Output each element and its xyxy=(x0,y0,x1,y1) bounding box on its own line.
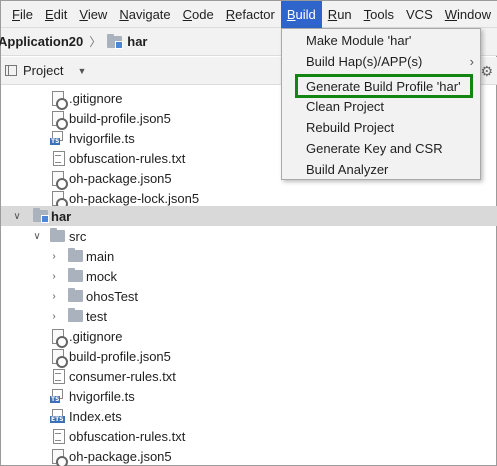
chevron-right-icon[interactable]: › xyxy=(49,311,59,322)
project-view-label[interactable]: Project xyxy=(23,63,63,78)
tree-item-oh-package[interactable]: oh-package.json5 xyxy=(1,446,497,466)
menu-navigate[interactable]: Navigate xyxy=(113,1,176,28)
tree-item-label: main xyxy=(86,248,115,264)
gear-icon[interactable]: ⚙ xyxy=(480,63,493,80)
text-file-icon xyxy=(52,151,65,166)
folder-icon xyxy=(68,248,83,262)
menu-item-make-module[interactable]: Make Module 'har' xyxy=(282,30,480,51)
tree-item-label: Index.ets xyxy=(69,408,122,424)
project-panel-icon xyxy=(5,65,17,76)
tree-item-build-profile[interactable]: build-profile.json5 xyxy=(1,346,497,368)
tree-item-gitignore[interactable]: .gitignore xyxy=(1,326,497,348)
tree-item-label: oh-package.json5 xyxy=(69,170,172,186)
tree-item-har-module[interactable]: ∨ har xyxy=(1,206,497,226)
text-file-icon xyxy=(52,429,65,444)
settings-file-icon xyxy=(51,448,68,466)
menu-code[interactable]: Code xyxy=(177,1,220,28)
menu-edit[interactable]: Edit xyxy=(39,1,73,28)
folder-icon xyxy=(50,228,65,242)
menu-bar: File Edit View Navigate Code Refactor Bu… xyxy=(1,0,497,28)
menu-item-clean-project[interactable]: Clean Project xyxy=(282,96,480,117)
tree-item-label: build-profile.json5 xyxy=(69,110,171,126)
tree-item-label: build-profile.json5 xyxy=(69,348,171,364)
settings-file-icon xyxy=(51,328,68,348)
tree-item-label: consumer-rules.txt xyxy=(69,368,176,384)
tree-item-label: har xyxy=(51,208,72,224)
settings-file-icon xyxy=(51,110,68,130)
settings-file-icon xyxy=(51,190,68,210)
menu-vcs[interactable]: VCS xyxy=(400,1,439,28)
tree-item-label: obfuscation-rules.txt xyxy=(69,150,186,166)
tree-item-src[interactable]: ∨ src xyxy=(1,226,497,246)
tree-item-label: ohosTest xyxy=(86,288,139,304)
menu-run[interactable]: Run xyxy=(322,1,358,28)
chevron-right-icon[interactable]: › xyxy=(49,251,59,262)
settings-file-icon xyxy=(51,348,68,368)
tree-item-label: .gitignore xyxy=(69,328,123,344)
menu-tools[interactable]: Tools xyxy=(358,1,400,28)
folder-icon xyxy=(68,288,83,302)
tree-item-label: hvigorfile.ts xyxy=(69,388,135,404)
menu-item-generate-key-csr[interactable]: Generate Key and CSR xyxy=(282,138,480,159)
build-menu-dropdown: Make Module 'har' Build Hap(s)/APP(s) › G… xyxy=(281,28,481,180)
chevron-down-icon[interactable]: ∨ xyxy=(12,211,22,222)
menu-item-build-analyzer[interactable]: Build Analyzer xyxy=(282,159,480,180)
tree-item-label: obfuscation-rules.txt xyxy=(69,428,186,444)
chevron-down-icon[interactable]: ▼ xyxy=(77,66,86,76)
tree-item-hvigorfile[interactable]: TS hvigorfile.ts xyxy=(1,386,497,406)
tree-item-index-ets[interactable]: ETS Index.ets xyxy=(1,406,497,426)
breadcrumb-module[interactable]: har xyxy=(127,34,147,49)
chevron-down-icon[interactable]: ∨ xyxy=(32,231,42,242)
ts-file-icon: TS xyxy=(50,389,67,403)
breadcrumb-project[interactable]: Application20 xyxy=(0,34,83,49)
tree-item-mock[interactable]: › mock xyxy=(1,266,497,286)
tree-item-consumer-rules[interactable]: consumer-rules.txt xyxy=(1,366,497,386)
module-folder-icon xyxy=(33,208,49,223)
chevron-right-icon[interactable]: › xyxy=(49,291,59,302)
menu-view[interactable]: View xyxy=(73,1,113,28)
tree-item-label: oh-package.json5 xyxy=(69,448,172,464)
menu-file[interactable]: File xyxy=(1,1,39,28)
menu-item-build-hap-app[interactable]: Build Hap(s)/APP(s) › xyxy=(282,51,480,72)
tree-item-test[interactable]: › test xyxy=(1,306,497,326)
settings-file-icon xyxy=(51,170,68,190)
chevron-right-icon: › xyxy=(469,54,474,69)
ets-file-icon: ETS xyxy=(50,409,67,423)
tree-item-oh-package-lock[interactable]: oh-package-lock.json5 xyxy=(1,188,497,210)
text-file-icon xyxy=(52,369,65,384)
folder-icon xyxy=(68,308,83,322)
menu-refactor[interactable]: Refactor xyxy=(220,1,281,28)
tree-item-label: mock xyxy=(86,268,118,284)
tree-item-label: src xyxy=(69,228,87,244)
highlight-box xyxy=(295,74,473,98)
tree-item-main[interactable]: › main xyxy=(1,246,497,266)
ts-file-icon: TS xyxy=(50,131,67,145)
settings-file-icon xyxy=(51,90,68,110)
tree-item-label: oh-package-lock.json5 xyxy=(69,190,200,206)
tree-item-label: hvigorfile.ts xyxy=(69,130,135,146)
tree-item-obfuscation-rules[interactable]: obfuscation-rules.txt xyxy=(1,426,497,446)
menu-window[interactable]: Window xyxy=(439,1,497,28)
breadcrumb-separator: 〉 xyxy=(89,35,102,49)
tree-item-label: test xyxy=(86,308,107,324)
tree-item-label: .gitignore xyxy=(69,90,123,106)
module-folder-icon xyxy=(107,33,124,49)
chevron-right-icon[interactable]: › xyxy=(49,271,59,282)
folder-icon xyxy=(68,268,83,282)
tree-item-ohostest[interactable]: › ohosTest xyxy=(1,286,497,306)
menu-build[interactable]: Build xyxy=(280,0,322,28)
menu-item-rebuild-project[interactable]: Rebuild Project xyxy=(282,117,480,138)
